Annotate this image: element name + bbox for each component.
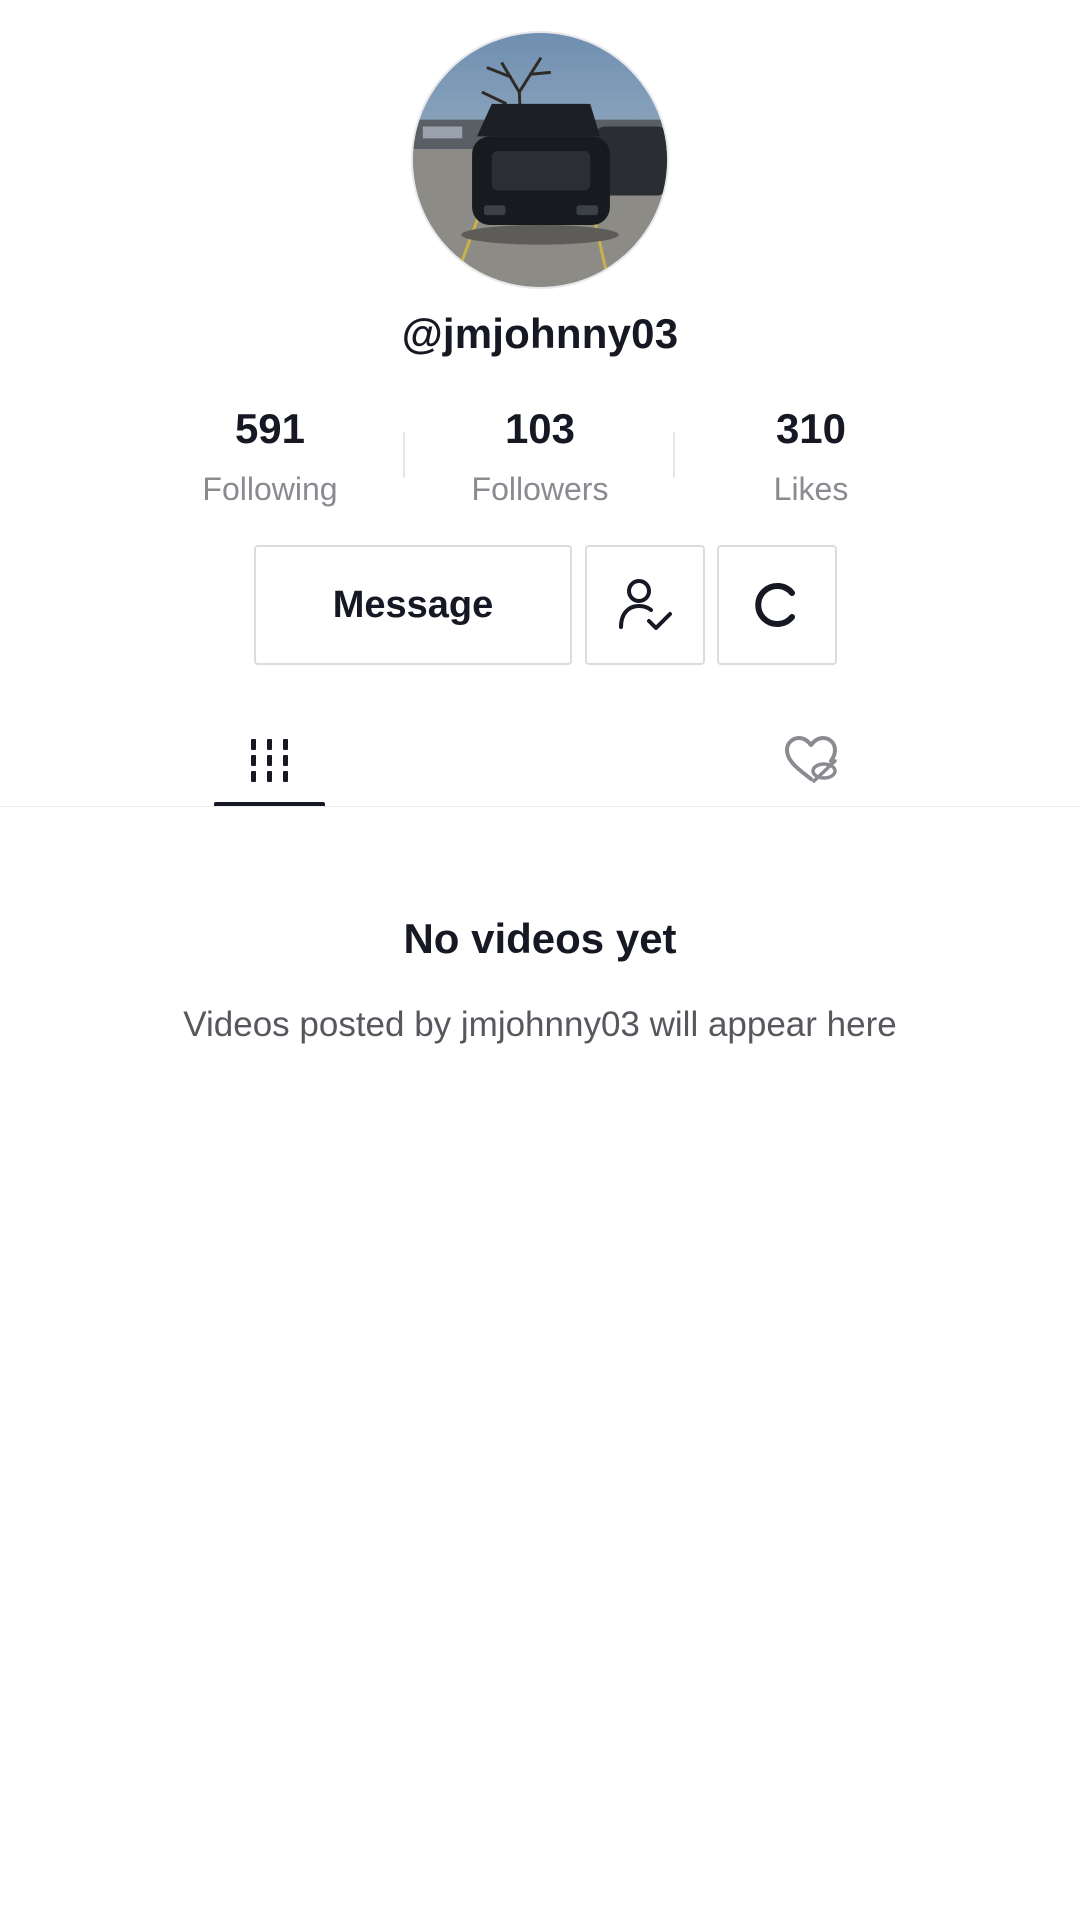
stat-divider (673, 432, 675, 478)
stat-following-count: 591 (234, 405, 306, 452)
stat-likes-label: Likes (773, 471, 849, 507)
avatar[interactable] (411, 31, 669, 289)
stat-followers[interactable]: 103 Followers (410, 400, 670, 518)
tab-videos[interactable] (205, 712, 335, 808)
stat-followers-count: 103 (504, 405, 576, 452)
refresh-icon (755, 583, 795, 627)
stat-likes-count: 310 (775, 405, 847, 452)
liked-hidden-icon (785, 736, 837, 783)
stat-following[interactable]: 591 Following (140, 400, 400, 518)
avatar-image (413, 33, 667, 287)
profile-page: @jmjohnny03 591 Following 103 Followers … (0, 0, 1080, 1920)
empty-state-subtitle: Videos posted by jmjohnny03 will appear … (183, 1005, 897, 1044)
username: @jmjohnny03 (401, 310, 679, 357)
stat-following-label: Following (202, 471, 338, 507)
following-status-button[interactable] (585, 545, 705, 665)
empty-state-title: No videos yet (403, 915, 677, 962)
suggested-accounts-button[interactable] (717, 545, 837, 665)
stats-bar: 591 Following 103 Followers 310 Likes (0, 400, 1080, 510)
stat-likes: 310 Likes (681, 400, 941, 518)
message-button[interactable]: Message (254, 545, 572, 665)
tabs-divider (0, 806, 1080, 807)
tab-liked[interactable] (746, 712, 876, 808)
videos-grid-icon (251, 739, 288, 782)
stat-divider (403, 432, 405, 478)
person-check-icon (619, 579, 672, 630)
stat-followers-label: Followers (471, 471, 609, 507)
